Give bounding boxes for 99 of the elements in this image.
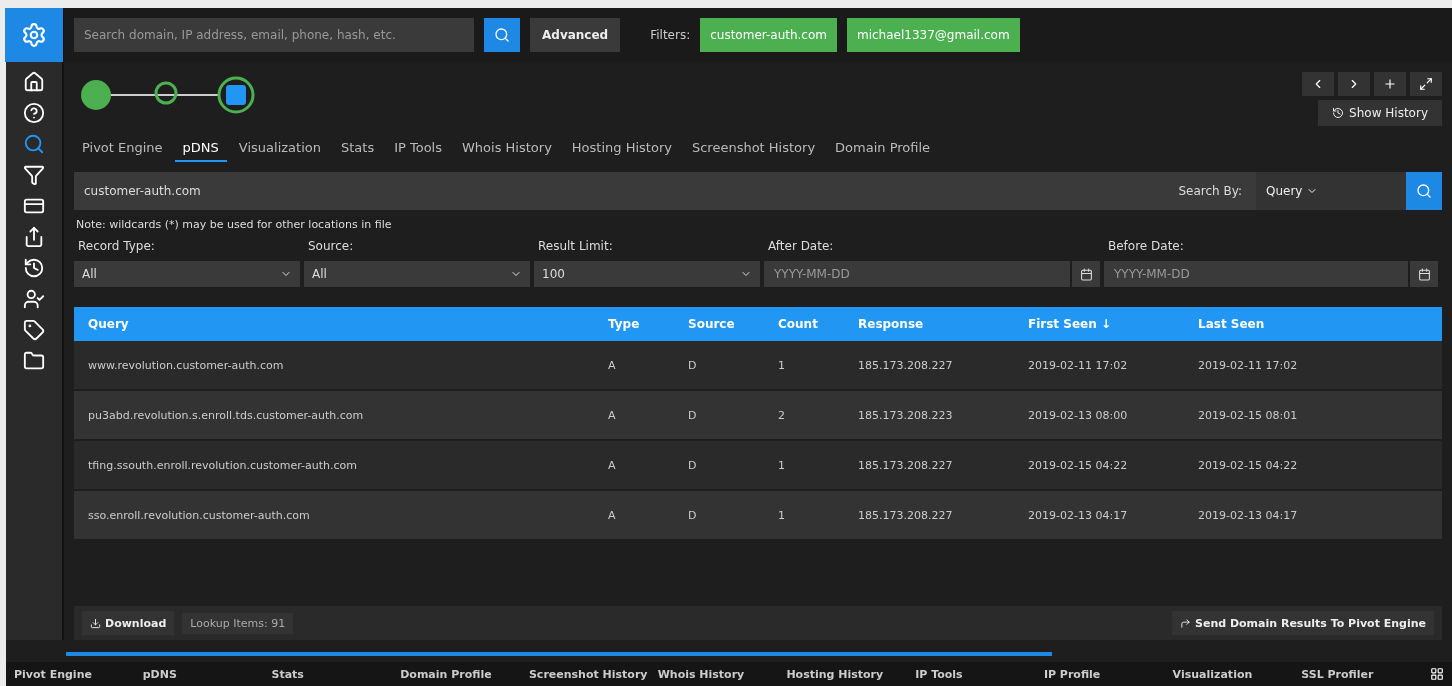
search-by-label: Search By: bbox=[1164, 172, 1256, 210]
search-field[interactable]: Search domain, IP address, email, phone, hash, etc. bbox=[74, 18, 474, 52]
table-cell-text: D bbox=[688, 508, 698, 522]
table-cell-text: D bbox=[688, 458, 698, 472]
table-cell-text: 2 bbox=[778, 408, 786, 422]
tab[interactable]: Hosting History bbox=[563, 140, 680, 162]
table-cell-text: D bbox=[688, 408, 698, 422]
tab[interactable]: Visualization bbox=[230, 140, 329, 162]
tag-icon[interactable] bbox=[23, 319, 45, 341]
table-cell-text: sso.enroll.revolution.customer-auth.com bbox=[88, 508, 311, 522]
grid-icon[interactable] bbox=[1430, 667, 1445, 681]
help-icon[interactable] bbox=[23, 102, 45, 124]
tab[interactable]: Domain Profile bbox=[827, 140, 939, 162]
item-count: Lookup Items: 91 bbox=[182, 612, 294, 634]
field-label: Before Date: bbox=[1107, 239, 1185, 253]
home-icon[interactable] bbox=[23, 71, 45, 93]
query-field[interactable]: customer-auth.com bbox=[74, 172, 1165, 210]
field-label: Source: bbox=[307, 239, 355, 253]
settings-icon[interactable] bbox=[5, 8, 63, 62]
taskbar-item[interactable]: Hosting History bbox=[786, 667, 916, 681]
table-cell-text: 2019-02-15 08:01 bbox=[1198, 408, 1299, 422]
tab[interactable]: pDNS bbox=[174, 140, 227, 162]
date-field[interactable]: YYYY-MM-DD bbox=[764, 261, 1070, 287]
expand-icon bbox=[1419, 77, 1433, 91]
select-field[interactable]: 100 bbox=[534, 261, 760, 287]
table-cell-text: 2019-02-13 04:17 bbox=[1198, 508, 1299, 522]
folder-icon[interactable] bbox=[23, 350, 45, 372]
filter-icon[interactable] bbox=[23, 164, 45, 186]
table-row[interactable]: pu3abd.revolution.s.enroll.tds.customer-auth.com A D 2 185.173.208.223 2019-02-13 08:00 2019-02-15 08:01 bbox=[74, 391, 1442, 441]
table-cell-text: tfing.ssouth.enroll.revolution.customer-auth.com bbox=[88, 458, 358, 472]
table-cell-text: www.revolution.customer-auth.com bbox=[88, 358, 285, 372]
table-cell-text: 1 bbox=[778, 358, 786, 372]
table-cell-text: 185.173.208.227 bbox=[858, 458, 954, 472]
note-text: Note: wildcards (*) may be used for other locations in file bbox=[76, 218, 393, 231]
table-cell-text: D bbox=[688, 358, 698, 372]
table-cell-text: 2019-02-15 04:22 bbox=[1028, 458, 1129, 472]
history-icon bbox=[1332, 107, 1345, 119]
show-history-button[interactable]: Show History bbox=[1318, 100, 1442, 126]
send-button[interactable]: Send Domain Results To Pivot Engine bbox=[1172, 611, 1434, 635]
tab[interactable]: Stats bbox=[333, 140, 383, 162]
select-field[interactable]: All bbox=[74, 261, 300, 287]
taskbar-item[interactable]: SSL Profiler bbox=[1301, 667, 1431, 681]
taskbar-item[interactable]: pDNS bbox=[142, 667, 272, 681]
plus-icon bbox=[1383, 77, 1397, 91]
advanced-button[interactable]: Advanced bbox=[530, 18, 621, 52]
table-row[interactable]: sso.enroll.revolution.customer-auth.com A D 1 185.173.208.227 2019-02-13 04:17 2019-02-13 04:17 bbox=[74, 491, 1442, 541]
taskbar-item[interactable]: IP Profile bbox=[1043, 667, 1173, 681]
table-row[interactable]: www.revolution.customer-auth.com A D 1 185.173.208.227 2019-02-11 17:02 2019-02-11 17:02 bbox=[74, 341, 1442, 391]
expand-button[interactable] bbox=[1410, 72, 1442, 96]
date-field[interactable]: YYYY-MM-DD bbox=[1104, 261, 1408, 287]
share-icon[interactable] bbox=[23, 226, 45, 248]
table-cell-text: A bbox=[608, 458, 617, 472]
taskbar-item[interactable]: Screenshot History bbox=[528, 667, 658, 681]
table-cell-text: 2019-02-15 04:22 bbox=[1198, 458, 1299, 472]
taskbar-item[interactable]: IP Tools bbox=[915, 667, 1044, 681]
table-cell-text: 2019-02-13 04:17 bbox=[1028, 508, 1129, 522]
tab[interactable]: Whois History bbox=[454, 140, 560, 162]
table-cell-text: 2019-02-13 08:00 bbox=[1028, 408, 1129, 422]
user-check-icon[interactable] bbox=[23, 288, 45, 310]
tab[interactable]: Screenshot History bbox=[683, 140, 824, 162]
search-button[interactable] bbox=[484, 18, 520, 52]
search-icon bbox=[494, 27, 510, 43]
table-cell-text: pu3abd.revolution.s.enroll.tds.customer-auth.com bbox=[88, 408, 365, 422]
table-cell-text: 185.173.208.227 bbox=[858, 508, 954, 522]
field-label: Record Type: bbox=[77, 239, 156, 253]
search-icon bbox=[1416, 183, 1432, 199]
add-button[interactable] bbox=[1374, 72, 1406, 96]
table-cell-text: A bbox=[608, 408, 617, 422]
taskbar-item[interactable]: Pivot Engine bbox=[14, 667, 143, 681]
calendar-button[interactable] bbox=[1072, 261, 1100, 287]
table-cell-text: 2019-02-11 17:02 bbox=[1198, 358, 1299, 372]
filters-label: Filters: bbox=[650, 28, 691, 42]
table-cell-text: A bbox=[608, 358, 617, 372]
search-icon[interactable] bbox=[23, 133, 45, 155]
table-row[interactable]: tfing.ssouth.enroll.revolution.customer-auth.com A D 1 185.173.208.227 2019-02-15 04:22 2019-02-15 04:22 bbox=[74, 441, 1442, 491]
table-cell-text: 185.173.208.227 bbox=[858, 358, 954, 372]
taskbar-item[interactable]: Visualization bbox=[1172, 667, 1302, 681]
tab[interactable]: IP Tools bbox=[386, 140, 450, 162]
field-label: Result Limit: bbox=[537, 239, 614, 253]
table-cell-text: 1 bbox=[778, 458, 786, 472]
taskbar-item[interactable]: Domain Profile bbox=[400, 667, 529, 681]
calendar-icon bbox=[1079, 267, 1093, 281]
field-label: After Date: bbox=[767, 239, 835, 253]
table-cell-text: 2019-02-11 17:02 bbox=[1028, 358, 1129, 372]
taskbar-item[interactable]: Stats bbox=[271, 667, 401, 681]
select-field[interactable]: All bbox=[304, 261, 530, 287]
search-by-select[interactable]: Query bbox=[1256, 172, 1406, 210]
calendar-button[interactable] bbox=[1410, 261, 1438, 287]
tab[interactable]: Pivot Engine bbox=[74, 140, 171, 162]
taskbar-item[interactable]: Whois History bbox=[657, 667, 787, 681]
share-arrow-icon bbox=[1180, 617, 1191, 629]
download-icon bbox=[90, 617, 101, 629]
table-cell-text: 185.173.208.223 bbox=[858, 408, 954, 422]
download-button[interactable]: Download bbox=[82, 611, 175, 635]
history-icon[interactable] bbox=[23, 257, 45, 279]
table-cell-text: 1 bbox=[778, 508, 786, 522]
table-cell-text: A bbox=[608, 508, 617, 522]
search-button[interactable] bbox=[1406, 172, 1442, 210]
calendar-icon bbox=[1417, 267, 1431, 281]
